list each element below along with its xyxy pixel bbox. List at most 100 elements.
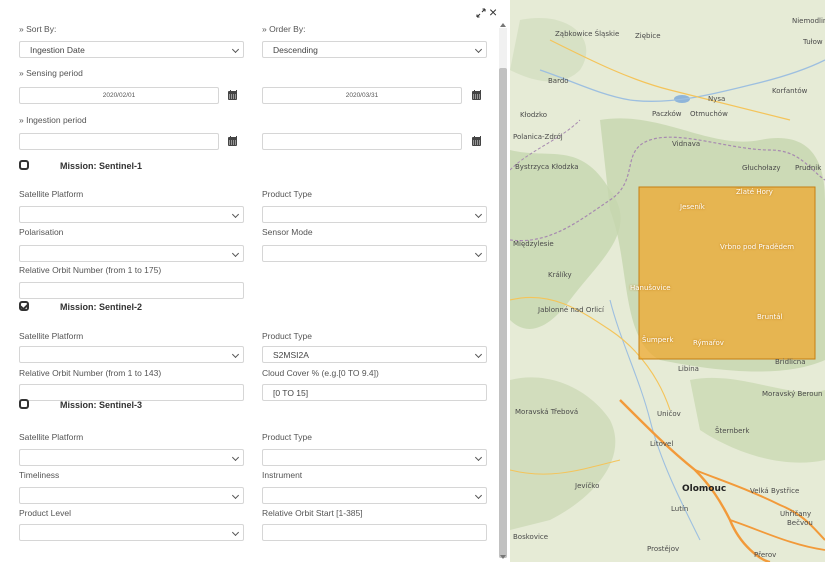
s3-orbit-start-input[interactable] [262,524,487,541]
s1-polarisation-select[interactable] [19,245,244,262]
map-label: Moravský Beroun [762,390,823,398]
map-label: Paczków [652,110,682,118]
s2-product-type-select[interactable]: S2MSI2A [262,346,487,363]
s2-satellite-platform-select[interactable] [19,346,244,363]
expand-icon[interactable] [476,8,486,18]
s2-cloud-cover-input[interactable]: [0 TO 15] [262,384,487,401]
s1-product-type-label: Product Type [262,189,312,199]
map-label: Bardo [548,77,569,85]
s3-product-type-select[interactable] [262,449,487,466]
s1-orbit-label: Relative Orbit Number (from 1 to 175) [19,265,162,275]
s1-polarisation-label: Polarisation [19,227,64,237]
map-label: Nysa [708,95,726,103]
map-label: Polanica-Zdrój [513,133,563,141]
sort-by-select[interactable]: Ingestion Date [19,41,244,58]
s3-orbit-start-label: Relative Orbit Start [1-385] [262,508,363,518]
chevron-down-icon [474,453,483,462]
scrollbar[interactable] [499,28,507,558]
sentinel2-checkbox[interactable] [19,301,29,311]
map-label: Zlaté Hory [736,188,773,196]
map-label: Otmuchów [690,110,728,118]
s1-sensor-mode-select[interactable] [262,245,487,262]
s1-orbit-input[interactable] [19,282,244,299]
chevron-down-icon [231,45,240,54]
chevron-down-icon [474,210,483,219]
s3-instrument-select[interactable] [262,487,487,504]
map-label: Ziębice [635,32,661,40]
map-label: Šternberk [715,427,750,435]
map-label: Vidnava [672,140,701,148]
chevron-down-icon [231,453,240,462]
ingestion-from-input[interactable] [19,133,219,150]
map-label: Kłodzko [520,111,548,119]
map-label: Litovel [650,440,674,448]
map-label: Olomouc [682,484,727,494]
s2-orbit-input[interactable] [19,384,244,401]
map-label: Boskovice [513,533,549,541]
s3-product-type-label: Product Type [262,432,312,442]
chevron-down-icon [474,249,483,258]
map-label: Bečvou [787,519,813,527]
map-label: Tułow [803,38,823,46]
sentinel2-title: Mission: Sentinel-2 [60,302,143,312]
scroll-up-arrow[interactable] [499,20,507,28]
chevron-down-icon [231,210,240,219]
s3-instrument-label: Instrument [262,470,303,480]
calendar-icon[interactable] [228,90,237,100]
s3-satellite-platform-select[interactable] [19,449,244,466]
s2-satellite-platform-label: Satellite Platform [19,331,84,341]
calendar-icon[interactable] [472,90,481,100]
map-label: Bystrzyca Kłodzka [515,163,579,171]
map-label: Bruntál [757,313,783,321]
close-icon[interactable]: × [489,5,497,19]
map-label: Jablonné nad Orlicí [538,306,604,314]
sentinel1-title: Mission: Sentinel-1 [60,161,143,171]
s1-product-type-select[interactable] [262,206,487,223]
map-label: Králíky [548,271,572,279]
sensing-from-input[interactable]: 2020/02/01 [19,87,219,104]
map-label: Prudnik [795,164,822,172]
map-label: Prostějov [647,545,680,553]
sentinel1-checkbox[interactable] [19,160,29,170]
calendar-icon[interactable] [228,136,237,146]
map-label: Korfantów [772,87,808,95]
map-view[interactable]: Ząbkowice Śląskie Ziębice Niemodlin Tuło… [510,0,825,562]
chevron-down-icon [231,491,240,500]
map-label: Ząbkowice Śląskie [555,30,620,38]
map-label: Jeseník [680,203,705,211]
s3-satellite-platform-label: Satellite Platform [19,432,84,442]
ingestion-to-input[interactable] [262,133,462,150]
map-label: Uničov [657,410,681,418]
map-label: Niemodlin [792,17,825,25]
calendar-icon[interactable] [472,136,481,146]
chevron-down-icon [474,45,483,54]
scrollbar-thumb[interactable] [499,68,507,558]
order-by-label: » Order By: [262,24,306,34]
map-label: Bridlicna [775,358,806,366]
map-label: Rýmařov [693,339,724,347]
chevron-down-icon [474,350,483,359]
map-label: Jevíčko [575,482,600,490]
ingestion-period-label: » Ingestion period [19,115,87,125]
map-label: Międzylesie [513,240,554,248]
s3-timeliness-select[interactable] [19,487,244,504]
s2-product-type-label: Product Type [262,331,312,341]
s1-satellite-platform-select[interactable] [19,206,244,223]
chevron-down-icon [474,491,483,500]
search-panel: » Sort By: » Order By: Ingestion Date De… [0,0,510,562]
order-by-select[interactable]: Descending [262,41,487,58]
sentinel3-title: Mission: Sentinel-3 [60,400,143,410]
chevron-down-icon [231,350,240,359]
s3-product-level-select[interactable] [19,524,244,541]
map-label: Přerov [754,551,777,559]
selection-area[interactable] [638,186,816,360]
map-label: Libina [678,365,699,373]
sensing-to-input[interactable]: 2020/03/31 [262,87,462,104]
sensing-period-label: » Sensing period [19,68,83,78]
chevron-down-icon [231,249,240,258]
map-label: Velká Bystřice [750,487,800,495]
scroll-down-arrow[interactable] [499,554,507,562]
map-label: Hanušovice [630,284,671,292]
sentinel3-checkbox[interactable] [19,399,29,409]
chevron-down-icon [231,528,240,537]
